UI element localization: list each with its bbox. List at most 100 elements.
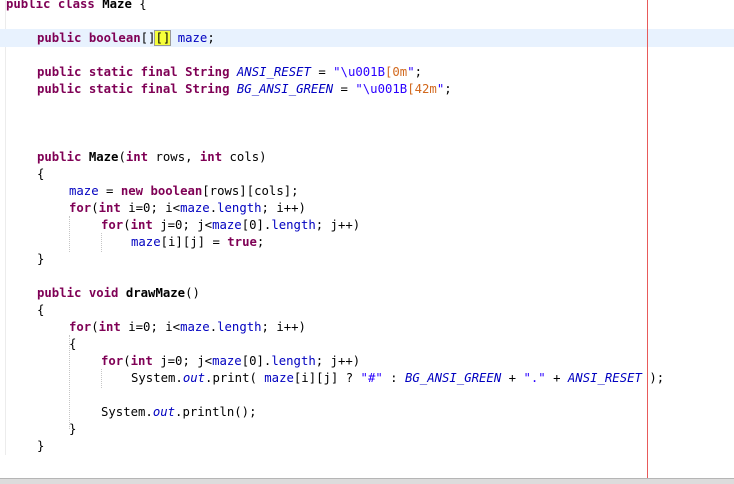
code-text: ); — [641, 371, 665, 385]
code-text: : — [382, 371, 405, 385]
code-text: j=0; j< — [152, 354, 213, 368]
code-line-close-brace[interactable]: } — [37, 438, 44, 455]
keyword-token: int — [130, 218, 153, 232]
code-line-close-brace[interactable]: } — [69, 421, 76, 438]
indent-guide — [101, 369, 102, 388]
code-editor[interactable]: public class Maze { public boolean[][] m… — [0, 0, 734, 478]
field-token: maze — [212, 218, 242, 232]
string-token: "." — [523, 371, 546, 385]
code-text: ; — [256, 235, 265, 249]
code-line-for-i[interactable]: for(int i=0; i<maze.length; i++) — [69, 319, 306, 336]
keyword-token: public class — [6, 0, 103, 11]
field-token: length — [271, 354, 316, 368]
static-field-token: out — [152, 405, 176, 419]
field-token: maze — [69, 184, 99, 198]
code-text: [0]. — [241, 354, 272, 368]
keyword-token: int — [98, 320, 121, 334]
code-text: = — [98, 184, 121, 198]
code-line-open-brace[interactable]: { — [69, 336, 76, 353]
code-line-println[interactable]: System.out.println(); — [101, 404, 256, 421]
code-line-for-j[interactable]: for(int j=0; j<maze[0].length; j++) — [101, 353, 360, 370]
keyword-token: public boolean — [37, 31, 141, 45]
string-token: [0m — [384, 65, 408, 79]
code-line-for-j[interactable]: for(int j=0; j<maze[0].length; j++) — [101, 217, 360, 234]
code-text: + — [501, 371, 524, 385]
horizontal-scrollbar[interactable] — [0, 478, 734, 484]
code-text: { — [131, 0, 147, 11]
keyword-token: public static final String — [37, 65, 237, 79]
code-text: ; — [414, 65, 423, 79]
code-line-maze-init[interactable]: maze = new boolean[rows][cols]; — [69, 183, 299, 200]
code-line-draw-maze[interactable]: public void drawMaze() — [37, 285, 200, 302]
bracket-match-highlight: [] — [154, 30, 172, 46]
code-line-ansi-reset[interactable]: public static final String ANSI_RESET = … — [37, 64, 422, 81]
code-text: ( — [91, 320, 99, 334]
keyword-token: for — [69, 320, 92, 334]
code-text: rows, — [148, 150, 200, 164]
code-text: ; — [207, 31, 215, 45]
static-field-token: BG_ANSI_GREEN — [236, 82, 334, 96]
gutter-divider — [5, 0, 6, 455]
keyword-token: for — [101, 354, 124, 368]
code-text: [] — [140, 31, 156, 45]
code-line-bg-ansi-green[interactable]: public static final String BG_ANSI_GREEN… — [37, 81, 452, 98]
code-text: } — [37, 439, 45, 453]
code-text: ( — [118, 150, 126, 164]
code-line-close-brace[interactable]: } — [37, 251, 44, 268]
keyword-token: int — [125, 150, 149, 164]
field-token: maze — [264, 371, 294, 385]
code-text: .print( — [205, 371, 265, 385]
keyword-token: for — [69, 201, 92, 215]
code-text: ( — [91, 201, 99, 215]
code-text: i=0; i< — [120, 201, 181, 215]
static-field-token: ANSI_RESET — [236, 65, 311, 79]
code-text: ; i++) — [261, 320, 306, 334]
string-token: " — [407, 65, 415, 79]
field-token: maze — [180, 320, 210, 334]
field-token: length — [217, 320, 262, 334]
indent-guide — [69, 216, 70, 252]
method-name-token: Maze — [88, 150, 119, 164]
string-token: [42m — [407, 82, 437, 96]
code-text: ; j++) — [315, 354, 361, 368]
code-line-constructor[interactable]: public Maze(int rows, int cols) — [37, 149, 267, 166]
code-text: cols) — [222, 150, 267, 164]
code-line-open-brace[interactable]: { — [37, 166, 44, 183]
keyword-token: int — [98, 201, 121, 215]
code-line-open-brace[interactable]: { — [37, 302, 44, 319]
code-line-field-maze[interactable]: public boolean[][] maze; — [37, 30, 215, 47]
static-field-token: ANSI_RESET — [567, 371, 642, 385]
code-text: { — [37, 167, 45, 181]
method-name-token: drawMaze — [125, 286, 186, 300]
field-token: length — [271, 218, 316, 232]
code-line-assign-true[interactable]: maze[i][j] = true; — [131, 234, 264, 251]
string-token: "#" — [360, 371, 383, 385]
code-text: } — [69, 422, 77, 436]
code-text: System. — [131, 371, 183, 385]
code-text: [i][j] = — [160, 235, 228, 249]
code-line-class-declaration[interactable]: public class Maze { — [6, 0, 147, 13]
code-text: . — [209, 201, 218, 215]
static-field-token: BG_ANSI_GREEN — [404, 371, 502, 385]
keyword-token: int — [199, 150, 223, 164]
field-token: maze — [180, 201, 210, 215]
class-name-token: Maze — [102, 0, 132, 11]
code-line-for-i[interactable]: for(int i=0; i<maze.length; i++) — [69, 200, 306, 217]
code-text: { — [37, 303, 45, 317]
code-text: { — [69, 337, 77, 351]
code-text: ; — [444, 82, 452, 96]
code-line-print[interactable]: System.out.print( maze[i][j] ? "#" : BG_… — [131, 370, 664, 387]
code-text: i=0; i< — [120, 320, 181, 334]
field-token: maze — [177, 31, 208, 45]
code-text: j=0; j< — [152, 218, 213, 232]
code-text: . — [209, 320, 218, 334]
keyword-token: public static final String — [37, 82, 237, 96]
print-margin-line — [647, 0, 648, 484]
field-token: length — [217, 201, 262, 215]
field-token: maze — [212, 354, 242, 368]
string-token: "\u001B — [355, 82, 408, 96]
code-text: [i][j] ? — [293, 371, 361, 385]
code-text: ; i++) — [261, 201, 306, 215]
code-text: .println(); — [175, 405, 257, 419]
